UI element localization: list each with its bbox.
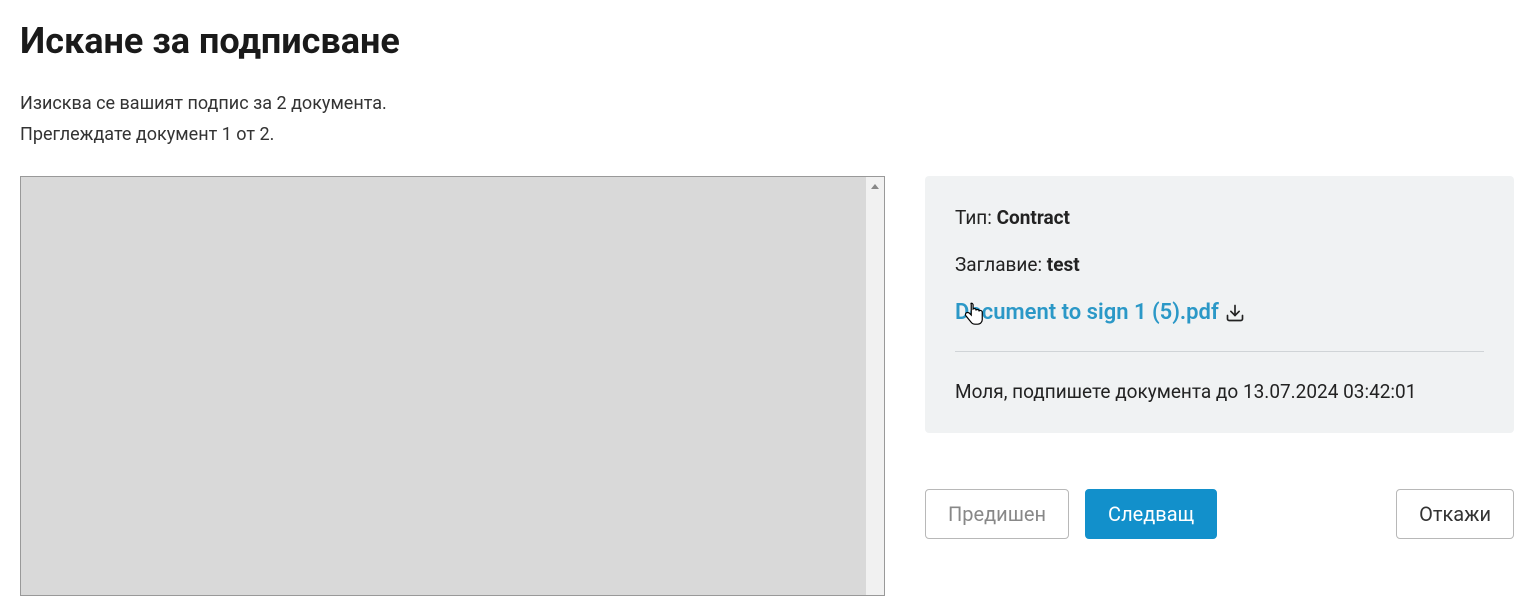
file-name-text: Document to sign 1 (5).pdf xyxy=(955,300,1219,325)
cancel-button[interactable]: Откажи xyxy=(1396,489,1514,539)
scroll-up-button[interactable] xyxy=(866,177,884,195)
doc-type-label: Тип: xyxy=(955,206,997,229)
document-preview-panel[interactable] xyxy=(20,176,885,596)
navigation-button-row: Предишен Следващ Откажи xyxy=(925,489,1514,539)
signature-required-text: Изисква се вашият подпис за 2 документа. xyxy=(20,90,1514,117)
page-title: Искане за подписване xyxy=(20,20,1514,62)
deadline-line: Моля, подпишете документа до 13.07.2024 … xyxy=(955,380,1484,403)
doc-type-value: Contract xyxy=(997,206,1070,229)
doc-title-value: test xyxy=(1047,253,1080,276)
deadline-prefix: Моля, подпишете документа до xyxy=(955,380,1243,403)
download-file-link[interactable]: Document to sign 1 (5).pdf xyxy=(955,300,1245,325)
document-info-card: Тип: Contract Заглавие: test Document to… xyxy=(925,176,1514,433)
info-divider xyxy=(955,351,1484,352)
download-icon xyxy=(1225,303,1245,323)
doc-title-label: Заглавие: xyxy=(955,253,1047,276)
doc-type-line: Тип: Contract xyxy=(955,206,1484,229)
chevron-up-icon xyxy=(871,184,879,189)
next-button[interactable]: Следващ xyxy=(1085,489,1217,539)
deadline-value: 13.07.2024 03:42:01 xyxy=(1243,380,1416,403)
previous-button[interactable]: Предишен xyxy=(925,489,1069,539)
preview-scrollbar[interactable] xyxy=(866,177,884,595)
doc-title-line: Заглавие: test xyxy=(955,253,1484,276)
viewing-progress-text: Преглеждате документ 1 от 2. xyxy=(20,121,1514,148)
